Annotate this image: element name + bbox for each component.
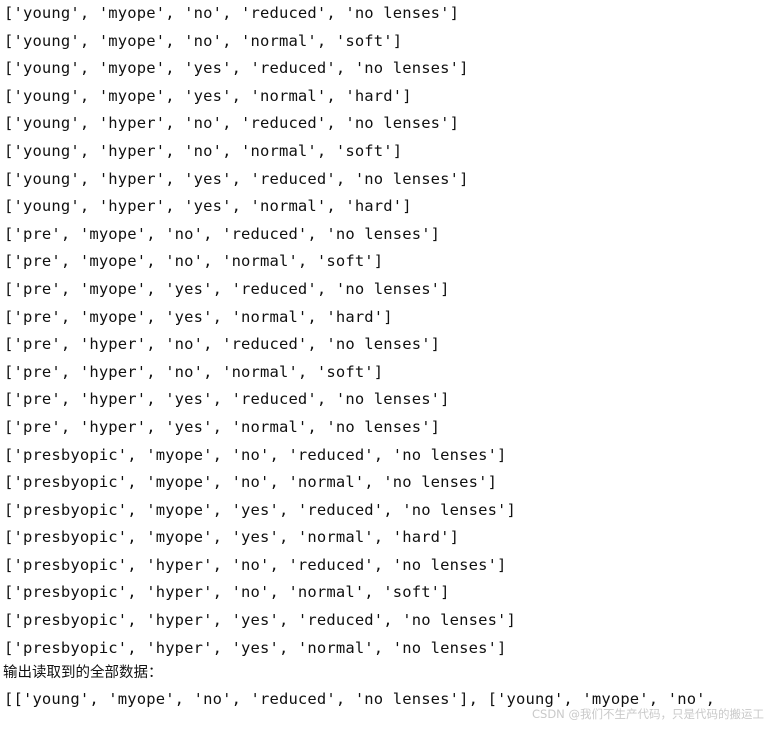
console-output-pane: ['young', 'myope', 'no', 'reduced', 'no … [0,0,764,730]
list-item: ['presbyopic', 'myope', 'yes', 'normal',… [4,528,460,547]
list-item: ['young', 'hyper', 'no', 'reduced', 'no … [4,114,460,133]
list-item: ['pre', 'hyper', 'no', 'reduced', 'no le… [4,335,441,354]
list-item: ['young', 'myope', 'yes', 'reduced', 'no… [4,59,469,78]
list-item: ['pre', 'hyper', 'no', 'normal', 'soft'] [4,362,384,381]
list-item: ['young', 'hyper', 'yes', 'reduced', 'no… [4,169,469,188]
output-label: 输出读取到的全部数据： [3,665,163,682]
list-item: ['presbyopic', 'hyper', 'yes', 'normal',… [4,638,507,657]
list-item: ['presbyopic', 'myope', 'yes', 'reduced'… [4,500,517,519]
list-item: ['pre', 'myope', 'no', 'normal', 'soft'] [4,252,384,271]
list-item: ['presbyopic', 'hyper', 'no', 'normal', … [4,583,450,602]
list-item: ['presbyopic', 'hyper', 'no', 'reduced',… [4,555,507,574]
list-item: ['presbyopic', 'myope', 'no', 'normal', … [4,473,498,492]
list-item: ['young', 'hyper', 'yes', 'normal', 'har… [4,197,412,216]
list-item: ['pre', 'myope', 'yes', 'normal', 'hard'… [4,307,393,326]
list-item: ['young', 'myope', 'no', 'normal', 'soft… [4,31,403,50]
list-item: ['pre', 'myope', 'yes', 'reduced', 'no l… [4,279,450,298]
list-item: ['young', 'myope', 'no', 'reduced', 'no … [4,4,460,22]
list-item: ['pre', 'hyper', 'yes', 'reduced', 'no l… [4,390,450,409]
data-line-list: ['young', 'myope', 'no', 'reduced', 'no … [0,0,764,662]
list-item: ['pre', 'myope', 'no', 'reduced', 'no le… [4,224,441,243]
full-dataset-line: [['young', 'myope', 'no', 'reduced', 'no… [4,690,716,709]
list-item: ['young', 'myope', 'yes', 'normal', 'har… [4,86,412,105]
list-item: ['presbyopic', 'hyper', 'yes', 'reduced'… [4,611,517,630]
list-item: ['pre', 'hyper', 'yes', 'normal', 'no le… [4,417,441,436]
list-item: ['young', 'hyper', 'no', 'normal', 'soft… [4,141,403,160]
list-item: ['presbyopic', 'myope', 'no', 'reduced',… [4,445,507,464]
